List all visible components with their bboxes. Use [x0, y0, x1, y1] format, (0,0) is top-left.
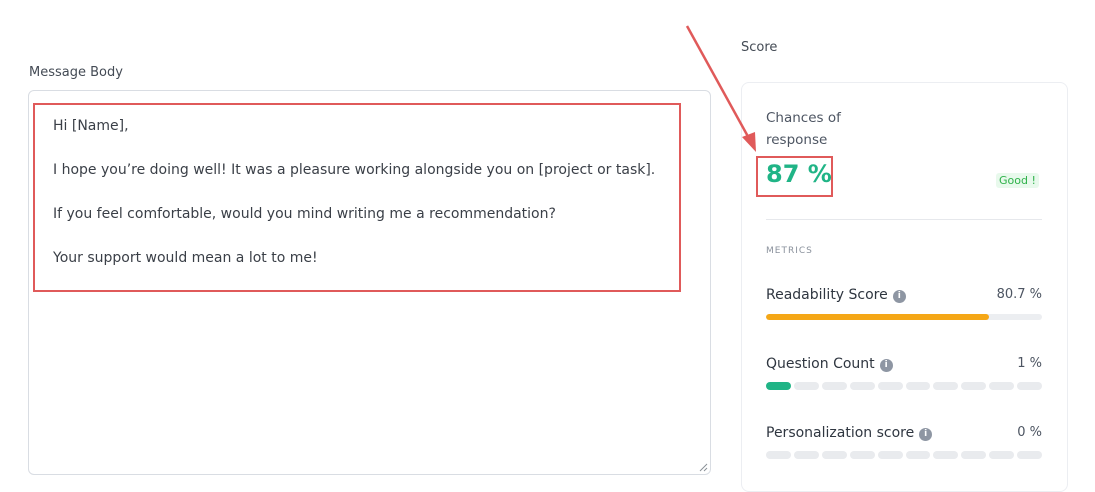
- annotation-arrow: [685, 25, 756, 152]
